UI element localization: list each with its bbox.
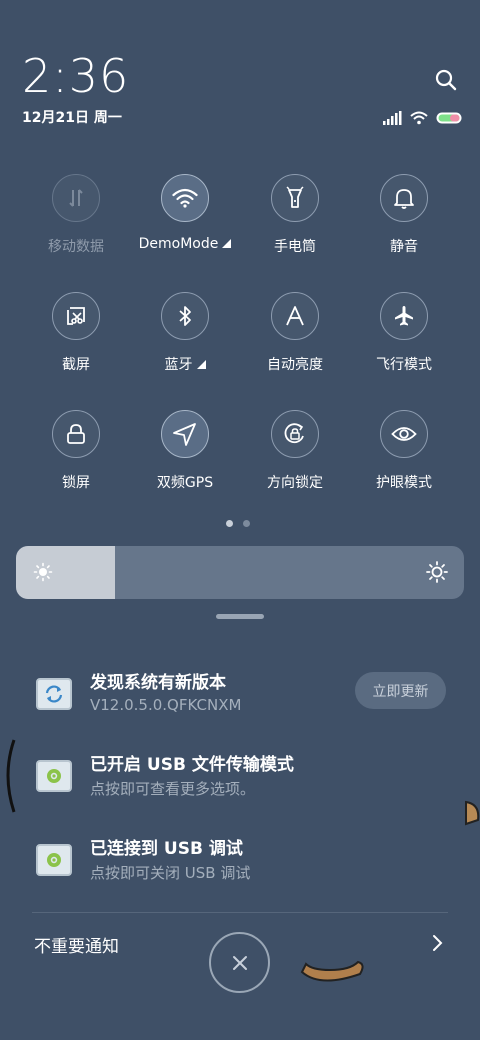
toggle-label: 护眼模式 <box>376 475 432 491</box>
page-dot[interactable] <box>243 520 250 527</box>
toggle-label: 手电筒 <box>274 239 316 255</box>
bell-icon <box>394 189 414 209</box>
status-header: 2:36 12月21日 周一 <box>22 40 462 130</box>
bluetooth-icon <box>179 306 191 326</box>
toggle-button[interactable] <box>380 174 428 222</box>
airplane-icon <box>395 306 413 326</box>
toggle-screenshot[interactable]: 截屏 <box>21 292 131 374</box>
toggle-button[interactable] <box>52 410 100 458</box>
toggle-button[interactable] <box>380 292 428 340</box>
page-dot-active[interactable] <box>226 520 233 527</box>
screenshot-icon <box>67 307 85 325</box>
eye-icon <box>391 427 417 441</box>
toggle-button[interactable] <box>161 410 209 458</box>
wifi-icon <box>172 188 198 208</box>
toggle-airplane[interactable]: 飞行模式 <box>349 292 459 374</box>
submenu-indicator-icon[interactable] <box>196 360 206 369</box>
notification-usb-debugging[interactable]: 已连接到 USB 调试 点按即可关闭 USB 调试 <box>36 834 446 894</box>
toggle-label: 静音 <box>390 239 418 255</box>
toggle-label: 截屏 <box>62 357 90 373</box>
update-now-button[interactable]: 立即更新 <box>355 672 446 709</box>
submenu-indicator-icon[interactable] <box>222 239 232 248</box>
toggle-flashlight[interactable]: 手电筒 <box>240 174 350 256</box>
android-system-icon <box>36 844 72 876</box>
toggle-auto-brightness[interactable]: 自动亮度 <box>240 292 350 374</box>
toggle-silent[interactable]: 静音 <box>349 174 459 256</box>
rotation-lock-icon <box>284 423 304 444</box>
toggle-button[interactable] <box>52 292 100 340</box>
wifi-status-icon <box>410 111 428 125</box>
toggle-button[interactable] <box>161 292 209 340</box>
notification-usb-file-transfer[interactable]: 已开启 USB 文件传输模式 点按即可查看更多选项。 <box>36 750 446 810</box>
toggle-wifi[interactable]: DemoMode <box>130 174 240 252</box>
auto-brightness-icon <box>286 306 304 326</box>
signal-icon <box>383 111 402 125</box>
notification-subtitle: V12.0.5.0.QFKCNXM <box>90 696 242 714</box>
toggle-lock-screen[interactable]: 锁屏 <box>21 410 131 492</box>
toggle-button[interactable] <box>52 174 100 222</box>
toggle-label: 飞行模式 <box>376 357 432 373</box>
wallpaper-fragment <box>6 739 16 813</box>
toggle-label: 方向锁定 <box>267 475 323 491</box>
toggle-button[interactable] <box>271 410 319 458</box>
flashlight-icon <box>286 186 304 208</box>
toggle-rotation-lock[interactable]: 方向锁定 <box>240 410 350 492</box>
toggle-label: 蓝牙 <box>130 354 240 374</box>
notification-title: 发现系统有新版本 <box>90 673 226 693</box>
brightness-slider[interactable] <box>16 546 464 599</box>
notification-subtitle: 点按即可关闭 USB 调试 <box>90 864 251 882</box>
toggle-label: 移动数据 <box>48 239 104 255</box>
toggle-button[interactable] <box>161 174 209 222</box>
drag-handle[interactable] <box>216 614 264 619</box>
clock[interactable]: 2:36 <box>22 48 129 104</box>
mobile-data-icon <box>69 189 83 207</box>
notification-title: 已开启 USB 文件传输模式 <box>90 755 294 775</box>
wallpaper-fragment <box>465 800 480 826</box>
toggle-bluetooth[interactable]: 蓝牙 <box>130 292 240 374</box>
toggle-button[interactable] <box>271 292 319 340</box>
wallpaper-fragment <box>300 960 364 982</box>
page-indicator <box>226 520 250 527</box>
notification-title: 已连接到 USB 调试 <box>90 839 243 859</box>
unimportant-notifications-link[interactable]: 不重要通知 <box>34 932 119 957</box>
system-status-icons <box>382 110 462 126</box>
close-icon <box>232 955 247 970</box>
notification-subtitle: 点按即可查看更多选项。 <box>90 780 256 798</box>
lock-icon <box>67 424 85 444</box>
system-update-icon <box>36 678 72 710</box>
chevron-right-icon[interactable] <box>430 934 444 952</box>
toggle-mobile-data[interactable]: 移动数据 <box>21 174 131 256</box>
brightness-high-icon <box>426 561 448 583</box>
toggle-label: 锁屏 <box>62 475 90 491</box>
toggle-button[interactable] <box>271 174 319 222</box>
android-system-icon <box>36 760 72 792</box>
toggle-label: DemoMode <box>130 236 240 252</box>
location-arrow-icon <box>173 423 196 446</box>
clear-all-button[interactable] <box>209 932 270 993</box>
toggle-label: 自动亮度 <box>267 357 323 373</box>
divider <box>32 912 448 913</box>
toggle-button[interactable] <box>380 410 428 458</box>
brightness-level-fill[interactable] <box>16 546 115 599</box>
search-icon[interactable] <box>434 68 458 92</box>
battery-icon <box>436 112 462 124</box>
brightness-low-icon <box>33 562 53 582</box>
toggle-dual-gps[interactable]: 双频GPS <box>130 410 240 492</box>
notification-system-update[interactable]: 发现系统有新版本 V12.0.5.0.QFKCNXM 立即更新 <box>36 668 446 728</box>
date[interactable]: 12月21日 周一 <box>22 107 122 127</box>
toggle-label: 双频GPS <box>156 475 214 491</box>
toggle-eye-care[interactable]: 护眼模式 <box>349 410 459 492</box>
